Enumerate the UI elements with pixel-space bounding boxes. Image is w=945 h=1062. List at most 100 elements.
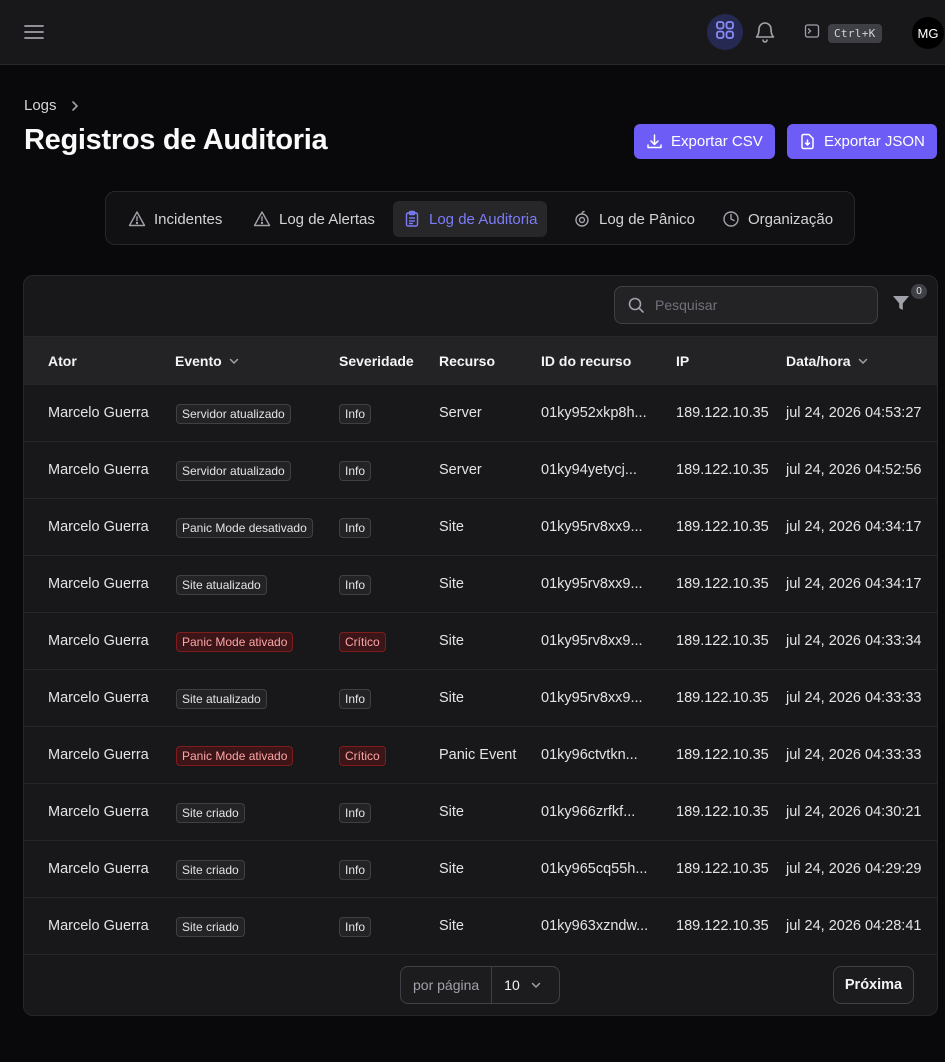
severity-badge: Info xyxy=(339,917,372,937)
notifications-bell-icon[interactable] xyxy=(753,20,777,44)
actor-cell: Marcelo Guerra xyxy=(48,861,149,877)
ip-cell: 189.122.10.35 xyxy=(676,804,769,820)
event-badge: Site criado xyxy=(176,860,245,880)
severity-badge: Info xyxy=(339,803,372,823)
event-badge: Site criado xyxy=(176,917,245,937)
command-palette-button[interactable]: Ctrl+K xyxy=(804,22,882,44)
actor-cell: Marcelo Guerra xyxy=(48,918,149,934)
table-row[interactable]: Marcelo Guerra Site atualizado Info Site 01k… xyxy=(24,556,937,613)
ip-cell: 189.122.10.35 xyxy=(676,690,769,706)
filter-count-badge: 0 xyxy=(911,284,927,299)
per-page-label: por página xyxy=(401,967,493,1003)
table-row[interactable]: Marcelo Guerra Servidor atualizado Info Ser… xyxy=(24,442,937,499)
datetime-cell: jul 24, 2026 04:29:29 xyxy=(786,861,922,877)
search-box[interactable] xyxy=(614,286,878,324)
table-row[interactable]: Marcelo Guerra Site criado Info Site 01ky966… xyxy=(24,784,937,841)
breadcrumb: Logs xyxy=(24,97,81,114)
shortcut-hint: Ctrl+K xyxy=(828,23,882,43)
chevron-down-icon xyxy=(530,979,542,991)
severity-badge: Info xyxy=(339,689,372,709)
datetime-cell: jul 24, 2026 04:28:41 xyxy=(786,918,922,934)
table-row[interactable]: Marcelo Guerra Panic Mode ativado Crítico P… xyxy=(24,727,937,784)
logs-tabs: Incidentes Log de Alertas Log de Auditor… xyxy=(105,191,855,245)
ip-cell: 189.122.10.35 xyxy=(676,861,769,877)
resource-cell: Site xyxy=(439,804,464,820)
resource-id-cell: 01ky94yetycj... xyxy=(541,462,637,478)
tab-organizacao[interactable]: Organização xyxy=(712,201,843,237)
export-csv-label: Exportar CSV xyxy=(671,133,763,150)
severity-badge: Crítico xyxy=(339,746,386,766)
chevron-down-icon xyxy=(857,355,869,367)
column-header-label: Data/hora xyxy=(786,353,851,369)
resource-cell: Server xyxy=(439,405,482,421)
tab-log-de-panico[interactable]: Log de Pânico xyxy=(563,201,705,237)
actor-cell: Marcelo Guerra xyxy=(48,747,149,763)
apps-grid-icon xyxy=(715,20,735,45)
terminal-icon xyxy=(804,23,820,44)
apps-grid-button[interactable] xyxy=(707,14,743,50)
tab-log-de-alertas[interactable]: Log de Alertas xyxy=(243,201,385,237)
audit-log-table-card: 0 Ator Evento Severidade Recurso ID do r… xyxy=(23,275,938,1016)
resource-cell: Site xyxy=(439,918,464,934)
hamburger-menu-icon[interactable] xyxy=(22,20,46,44)
column-header-datetime[interactable]: Data/hora xyxy=(786,353,869,369)
tab-log-de-auditoria[interactable]: Log de Auditoria xyxy=(393,201,548,237)
search-input[interactable] xyxy=(655,297,855,313)
per-page-value: 10 xyxy=(504,977,520,993)
per-page-select[interactable]: 10 xyxy=(492,977,542,993)
breadcrumb-logs-link[interactable]: Logs xyxy=(24,97,57,114)
per-page-selector: por página 10 xyxy=(400,966,560,1004)
event-badge: Site atualizado xyxy=(176,575,267,595)
tab-label: Incidentes xyxy=(154,210,223,228)
severity-badge: Crítico xyxy=(339,632,386,652)
user-avatar[interactable]: MG xyxy=(912,17,944,49)
severity-badge: Info xyxy=(339,860,372,880)
datetime-cell: jul 24, 2026 04:52:56 xyxy=(786,462,922,478)
resource-cell: Site xyxy=(439,576,464,592)
column-header-event[interactable]: Evento xyxy=(175,353,240,369)
search-icon xyxy=(627,296,645,314)
tab-incidentes[interactable]: Incidentes xyxy=(118,201,232,237)
table-row[interactable]: Marcelo Guerra Site atualizado Info Site 01k… xyxy=(24,670,937,727)
datetime-cell: jul 24, 2026 04:34:17 xyxy=(786,519,922,535)
export-json-button[interactable]: Exportar JSON xyxy=(787,124,937,159)
table-footer: por página 10 Próxima xyxy=(24,955,937,1015)
resource-id-cell: 01ky965cq55h... xyxy=(541,861,648,877)
column-header-resource: Recurso xyxy=(439,353,496,369)
datetime-cell: jul 24, 2026 04:34:17 xyxy=(786,576,922,592)
actor-cell: Marcelo Guerra xyxy=(48,690,149,706)
table-row[interactable]: Marcelo Guerra Panic Mode desativado Info S… xyxy=(24,499,937,556)
export-csv-button[interactable]: Exportar CSV xyxy=(634,124,775,159)
top-bar: Ctrl+K MG xyxy=(0,0,945,65)
resource-id-cell: 01ky96ctvtkn... xyxy=(541,747,638,763)
clipboard-icon xyxy=(403,210,421,228)
ip-cell: 189.122.10.35 xyxy=(676,576,769,592)
column-header-ip: IP xyxy=(676,353,690,369)
resource-id-cell: 01ky963xzndw... xyxy=(541,918,649,934)
next-page-button[interactable]: Próxima xyxy=(833,966,914,1004)
file-download-icon xyxy=(799,133,816,150)
table-row[interactable]: Marcelo Guerra Site criado Info Site 01ky963… xyxy=(24,898,937,955)
warning-icon xyxy=(253,210,271,228)
tab-label: Log de Auditoria xyxy=(429,210,538,228)
warning-icon xyxy=(128,210,146,228)
ip-cell: 189.122.10.35 xyxy=(676,519,769,535)
datetime-cell: jul 24, 2026 04:53:27 xyxy=(786,405,922,421)
ip-cell: 189.122.10.35 xyxy=(676,633,769,649)
table-row[interactable]: Marcelo Guerra Panic Mode ativado Crítico S… xyxy=(24,613,937,670)
column-header-resource-id: ID do recurso xyxy=(541,353,632,369)
resource-id-cell: 01ky95rv8xx9... xyxy=(541,690,643,706)
column-header-actor: Ator xyxy=(48,353,77,369)
actor-cell: Marcelo Guerra xyxy=(48,804,149,820)
resource-id-cell: 01ky95rv8xx9... xyxy=(541,576,643,592)
tab-label: Log de Alertas xyxy=(279,210,375,228)
table-row[interactable]: Marcelo Guerra Servidor atualizado Info Ser… xyxy=(24,385,937,442)
resource-cell: Panic Event xyxy=(439,747,517,763)
event-badge: Panic Mode ativado xyxy=(176,746,294,766)
severity-badge: Info xyxy=(339,404,372,424)
table-row[interactable]: Marcelo Guerra Site criado Info Site 01ky965… xyxy=(24,841,937,898)
datetime-cell: jul 24, 2026 04:33:33 xyxy=(786,690,922,706)
severity-badge: Info xyxy=(339,461,372,481)
datetime-cell: jul 24, 2026 04:33:33 xyxy=(786,747,922,763)
clock-icon xyxy=(722,210,740,228)
